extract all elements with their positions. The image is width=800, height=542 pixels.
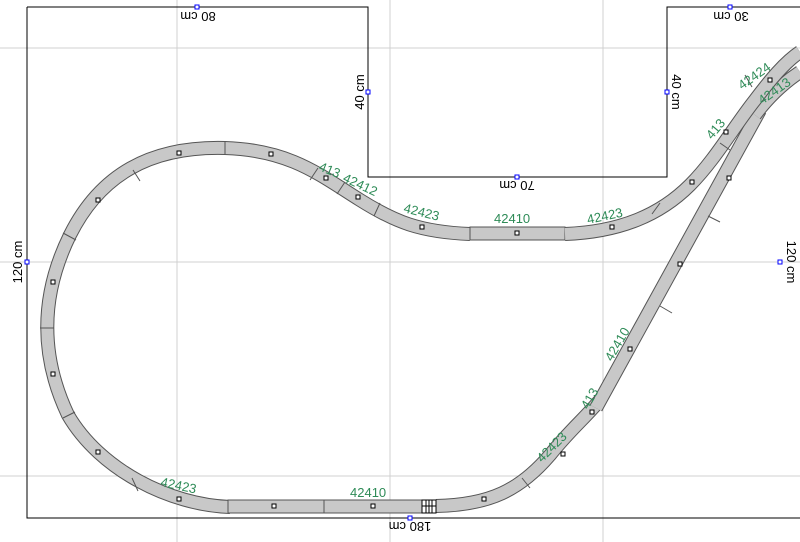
dim-notch-bottom: 70 cm — [499, 178, 534, 193]
marker — [95, 449, 101, 455]
dim-left: 120 cm — [10, 241, 25, 284]
track-joints — [40, 74, 753, 492]
track-diagonal-fill — [590, 107, 766, 411]
handle[interactable] — [24, 259, 30, 265]
handle[interactable] — [194, 4, 200, 10]
marker — [560, 451, 566, 457]
dim-notch-right: 40 cm — [669, 74, 684, 109]
feeder-block[interactable] — [421, 499, 437, 514]
marker — [609, 224, 615, 230]
marker — [268, 151, 274, 157]
handle[interactable] — [777, 259, 783, 265]
track-loop[interactable] — [40, 46, 800, 514]
marker — [271, 503, 277, 509]
track-joint — [659, 305, 673, 314]
handle[interactable] — [727, 4, 733, 10]
marker — [50, 279, 56, 285]
marker — [419, 224, 425, 230]
track-straight-bottom[interactable] — [227, 499, 425, 514]
marker — [677, 261, 683, 267]
dim-top-left: 80 cm — [180, 9, 215, 24]
track-joint — [707, 215, 721, 223]
marker — [767, 77, 773, 83]
marker — [176, 496, 182, 502]
marker — [176, 150, 182, 156]
marker — [514, 230, 520, 236]
track-label: 42410 — [494, 211, 530, 226]
layout-canvas[interactable]: 80 cm 30 cm 40 cm 40 cm 70 cm 120 cm 120… — [0, 0, 800, 542]
dim-right: 120 cm — [784, 241, 799, 284]
marker — [355, 194, 361, 200]
marker — [723, 129, 729, 135]
track-bottom-right-curve-fill — [435, 396, 605, 512]
dim-top-right: 30 cm — [713, 9, 748, 24]
marker — [481, 496, 487, 502]
dim-notch-left: 40 cm — [352, 74, 367, 109]
marker — [726, 175, 732, 181]
marker — [50, 371, 56, 377]
dim-bottom: 180 cm — [389, 519, 432, 534]
track-plan[interactable]: 80 cm 30 cm 40 cm 40 cm 70 cm 120 cm 120… — [0, 0, 800, 542]
marker — [627, 346, 633, 352]
track-label: 42410 — [350, 485, 386, 500]
marker — [370, 503, 376, 509]
marker — [95, 197, 101, 203]
handle[interactable] — [664, 89, 670, 95]
marker — [689, 179, 695, 185]
